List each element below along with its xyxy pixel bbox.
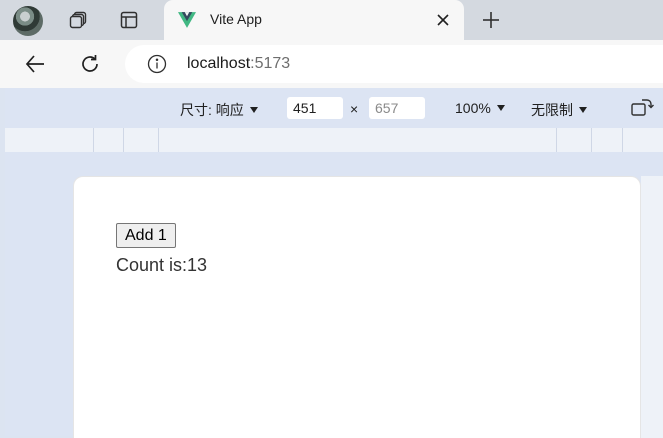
viewport-resize-edge[interactable]	[641, 176, 663, 438]
browser-toolbar: localhost:5173	[0, 40, 663, 88]
zoom-label: 100%	[455, 100, 491, 116]
close-icon[interactable]	[432, 9, 454, 31]
caret-down-icon	[496, 105, 505, 111]
tab-strip: Vite App	[0, 0, 663, 40]
ruler-divider	[93, 128, 94, 152]
plus-icon[interactable]	[479, 8, 503, 32]
add-one-button[interactable]: Add 1	[116, 223, 176, 248]
workspaces-icon[interactable]	[67, 9, 89, 31]
ruler-divider	[591, 128, 592, 152]
dimensions-dropdown[interactable]: 尺寸: 响应	[180, 100, 258, 120]
url-host: localhost	[187, 55, 251, 72]
rotate-icon[interactable]	[630, 97, 654, 119]
throttle-label: 无限制	[531, 102, 573, 118]
vue-logo-icon	[178, 12, 196, 28]
caret-down-icon	[249, 107, 258, 113]
info-icon[interactable]	[147, 54, 167, 74]
height-input[interactable]: 657	[369, 97, 425, 119]
times-sign: ×	[350, 101, 359, 117]
zoom-dropdown[interactable]: 100%	[455, 100, 505, 116]
url-port: :5173	[250, 55, 291, 72]
caret-down-icon	[579, 107, 587, 113]
avatar[interactable]	[13, 6, 43, 36]
count-value: 13	[187, 255, 208, 275]
tab-actions-icon[interactable]	[118, 9, 140, 31]
count-text: Count is:13	[116, 255, 207, 276]
ruler-divider	[123, 128, 124, 152]
refresh-icon[interactable]	[78, 52, 102, 76]
tab-title: Vite App	[210, 11, 262, 27]
ruler-divider	[158, 128, 159, 152]
device-toolbar: 尺寸: 响应 451 × 657 100% 无限制	[5, 88, 663, 128]
media-query-bar[interactable]	[5, 128, 663, 152]
tab-vite-app[interactable]: Vite App	[164, 0, 464, 40]
count-label: Count is:	[116, 255, 188, 275]
throttle-dropdown[interactable]: 无限制	[531, 100, 587, 120]
emulated-viewport	[73, 176, 641, 438]
url-text[interactable]: localhost:5173	[187, 55, 290, 73]
dimensions-label: 尺寸: 响应	[180, 102, 244, 118]
address-bar[interactable]: localhost:5173	[125, 45, 663, 83]
ruler-divider	[556, 128, 557, 152]
back-arrow-icon[interactable]	[23, 52, 47, 76]
ruler-divider	[622, 128, 623, 152]
width-input[interactable]: 451	[287, 97, 343, 119]
